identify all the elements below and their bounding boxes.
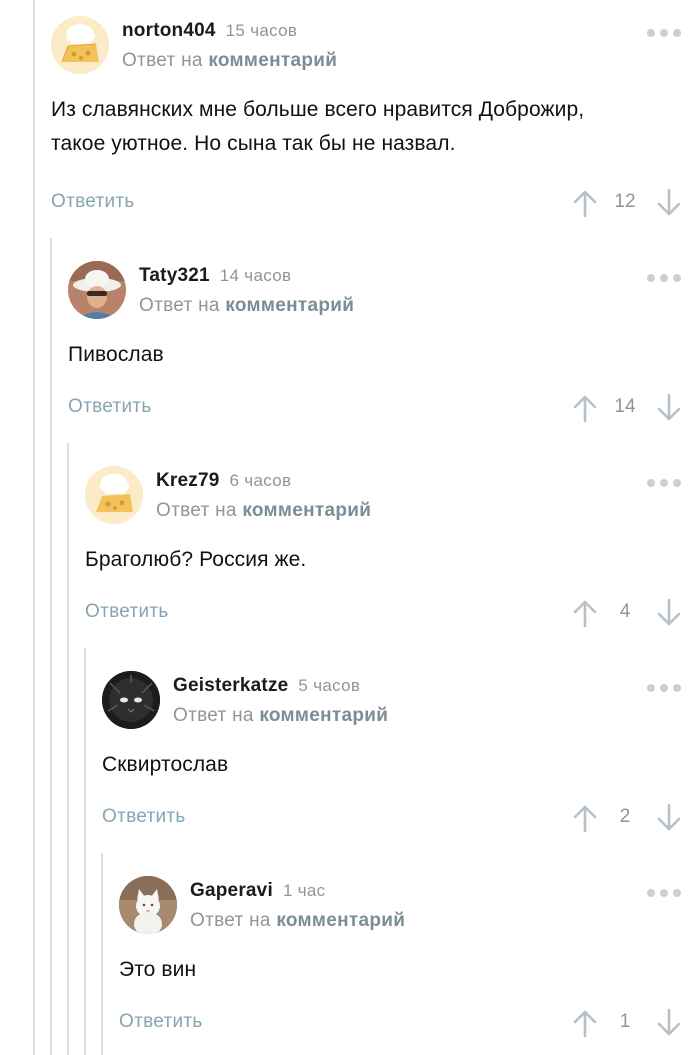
- vote-count: 1: [619, 1011, 631, 1032]
- comment-text: Пивослав: [68, 343, 164, 366]
- reply-prefix: Ответ на: [122, 50, 203, 71]
- comment-text: Браголюб? Россия же.: [85, 548, 307, 571]
- thread-line: [67, 443, 69, 1055]
- comment: Geisterkatze 5 часов Ответ на комментарий…: [102, 671, 682, 876]
- upvote-arrow-icon[interactable]: [572, 598, 598, 628]
- reply-reference: Ответ на комментарий: [139, 295, 354, 317]
- timestamp: 6 часов: [229, 471, 292, 490]
- thread-line: [50, 238, 52, 1055]
- more-options-icon[interactable]: [646, 681, 682, 695]
- reply-reference: Ответ на комментарий: [122, 50, 337, 72]
- reply-reference: Ответ на комментарий: [156, 500, 371, 522]
- vote-controls: 14: [572, 393, 682, 423]
- reply-button[interactable]: Ответить: [51, 191, 135, 213]
- upvote-arrow-icon[interactable]: [572, 1008, 598, 1038]
- reply-link[interactable]: комментарий: [259, 705, 388, 726]
- more-options-icon[interactable]: [646, 26, 682, 40]
- timestamp: 14 часов: [219, 266, 292, 285]
- username[interactable]: Geisterkatze 5 часов: [173, 675, 360, 697]
- chef-cheese-avatar[interactable]: [85, 466, 143, 524]
- downvote-arrow-icon[interactable]: [656, 1008, 682, 1038]
- reply-prefix: Ответ на: [173, 705, 254, 726]
- comment-text: Из славянских мне больше всего нравится …: [51, 98, 585, 155]
- more-options-icon[interactable]: [646, 271, 682, 285]
- photo-avatar[interactable]: [68, 261, 126, 319]
- comment-text: Сквиртослав: [102, 753, 229, 776]
- comment-text: Это вин: [119, 958, 197, 981]
- thread-line: [101, 853, 103, 1055]
- upvote-arrow-icon[interactable]: [572, 393, 598, 423]
- username[interactable]: Gaperavi 1 час: [190, 880, 325, 902]
- white-cat-avatar[interactable]: [119, 876, 177, 934]
- reply-reference: Ответ на комментарий: [190, 910, 405, 932]
- vote-count: 2: [619, 806, 631, 827]
- reply-prefix: Ответ на: [156, 500, 237, 521]
- vote-controls: 12: [572, 188, 682, 218]
- chef-cheese-avatar[interactable]: [51, 16, 109, 74]
- reply-link[interactable]: комментарий: [225, 295, 354, 316]
- reply-prefix: Ответ на: [190, 910, 271, 931]
- vote-controls: 1: [572, 1008, 682, 1038]
- reply-link[interactable]: комментарий: [242, 500, 371, 521]
- username[interactable]: norton404 15 часов: [122, 20, 297, 42]
- reply-button[interactable]: Ответить: [85, 601, 169, 623]
- reply-reference: Ответ на комментарий: [173, 705, 388, 727]
- username[interactable]: Taty321 14 часов: [139, 265, 291, 287]
- vote-controls: 4: [572, 598, 682, 628]
- timestamp: 15 часов: [225, 21, 298, 40]
- vote-count: 12: [614, 191, 636, 212]
- thread-line: [84, 648, 86, 1055]
- reply-prefix: Ответ на: [139, 295, 220, 316]
- vote-count: 14: [614, 396, 636, 417]
- downvote-arrow-icon[interactable]: [656, 393, 682, 423]
- downvote-arrow-icon[interactable]: [656, 598, 682, 628]
- comment: Gaperavi 1 час Ответ на комментарий Это в…: [119, 876, 682, 1051]
- reply-button[interactable]: Ответить: [119, 1011, 203, 1033]
- vote-count: 4: [619, 601, 631, 622]
- comment: Krez79 6 часов Ответ на комментарий Браго…: [85, 466, 682, 671]
- downvote-arrow-icon[interactable]: [656, 188, 682, 218]
- more-options-icon[interactable]: [646, 886, 682, 900]
- black-cat-avatar[interactable]: [102, 671, 160, 729]
- reply-link[interactable]: комментарий: [276, 910, 405, 931]
- username[interactable]: Krez79 6 часов: [156, 470, 291, 492]
- timestamp: 5 часов: [298, 676, 361, 695]
- downvote-arrow-icon[interactable]: [656, 803, 682, 833]
- thread-line: [33, 0, 35, 1055]
- vote-controls: 2: [572, 803, 682, 833]
- comment: Taty321 14 часов Ответ на комментарий Пив…: [68, 261, 682, 466]
- upvote-arrow-icon[interactable]: [572, 803, 598, 833]
- more-options-icon[interactable]: [646, 476, 682, 490]
- reply-button[interactable]: Ответить: [102, 806, 186, 828]
- timestamp: 1 час: [282, 881, 326, 900]
- upvote-arrow-icon[interactable]: [572, 188, 598, 218]
- reply-link[interactable]: комментарий: [208, 50, 337, 71]
- reply-button[interactable]: Ответить: [68, 396, 152, 418]
- comment: norton404 15 часов Ответ на комментарий И…: [51, 16, 682, 226]
